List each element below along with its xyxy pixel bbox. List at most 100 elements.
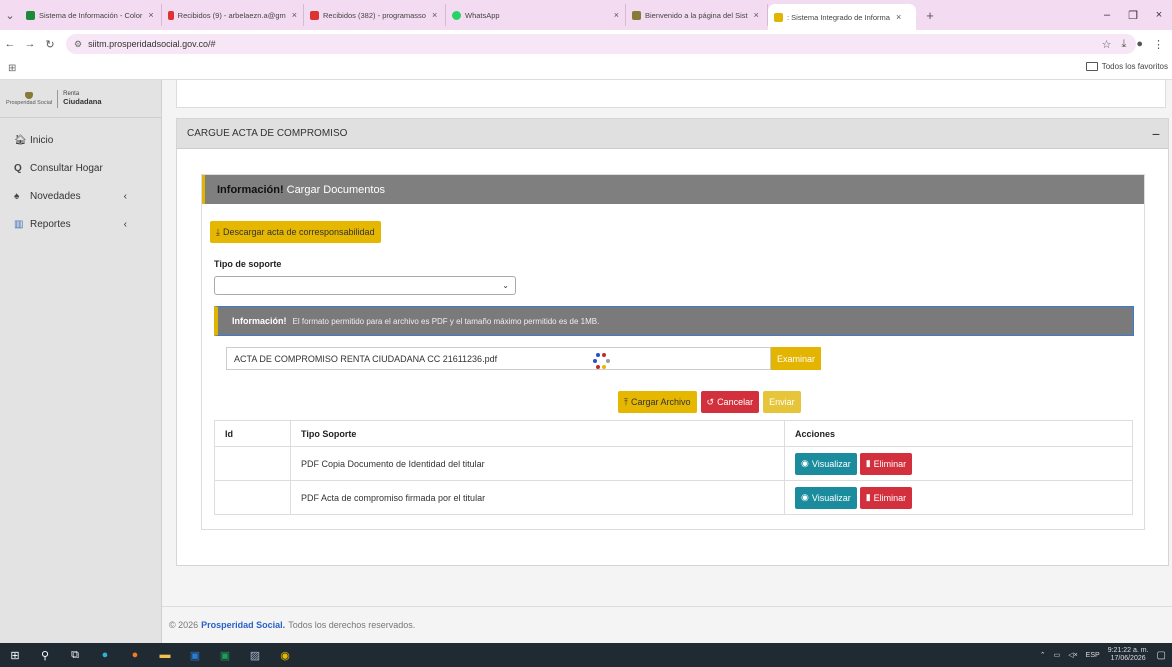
word-icon[interactable]: ▣ — [180, 643, 210, 667]
chevron-left-icon: ‹ — [123, 218, 127, 230]
info-strong: Información! — [217, 183, 284, 196]
row-actions: ◉ Visualizar ▮ Eliminar — [784, 480, 1133, 515]
view-button[interactable]: ◉ Visualizar — [795, 486, 857, 509]
table-row: PDF Acta de compromiso firmada por el ti… — [214, 480, 1133, 515]
spinner-dot — [596, 365, 600, 369]
view-label: Visualizar — [811, 492, 851, 503]
bookmark-star-icon[interactable]: ☆ — [1102, 38, 1112, 51]
network-icon[interactable]: ▭ — [1054, 651, 1061, 659]
col-tipo-soporte: Tipo Soporte — [290, 420, 785, 447]
spinner-dot — [596, 353, 600, 357]
send-label: Enviar — [769, 397, 795, 407]
spinner-dot — [602, 365, 606, 369]
footer-org-link[interactable]: Prosperidad Social. — [201, 620, 285, 630]
cancel-button[interactable]: ↺ Cancelar — [700, 391, 760, 413]
maximize-icon[interactable]: ❐ — [1120, 9, 1146, 22]
view-button[interactable]: ◉ Visualizar — [795, 452, 857, 475]
chrome-icon[interactable]: ◉ — [270, 643, 300, 667]
close-icon[interactable]: × — [896, 12, 901, 22]
language-indicator[interactable]: ESP — [1086, 652, 1100, 659]
collapse-icon[interactable]: − — [1152, 126, 1160, 142]
view-label: Visualizar — [811, 458, 851, 469]
documents-card: Información! Cargar Documentos ⤓ Descargar… — [201, 174, 1145, 530]
trash-icon: ▮ — [865, 458, 871, 468]
volume-icon[interactable]: ◁× — [1068, 651, 1077, 659]
sidebar-item-novedades[interactable]: ♠ Novedades ‹ — [0, 182, 161, 210]
close-icon[interactable]: × — [614, 10, 619, 20]
browser-tab[interactable]: Bienvenido a la página del Sist × — [626, 4, 768, 26]
browser-tab[interactable]: Sistema de Información - Color × — [20, 4, 162, 26]
sidebar-item-label: Inicio — [30, 134, 54, 146]
new-tab-button[interactable]: + — [920, 8, 940, 23]
download-icon[interactable]: ⤓ — [1121, 38, 1126, 51]
menu-icon[interactable]: ⋮ — [1153, 38, 1164, 51]
photos-icon[interactable]: ▨ — [240, 643, 270, 667]
spinner-dot — [593, 359, 597, 363]
tab-label: Recibidos (9) - arbelaezn.a@gm — [177, 10, 286, 20]
firefox-icon[interactable]: ● — [120, 643, 150, 667]
file-input[interactable]: ACTA DE COMPROMISO RENTA CIUDADANA CC 21… — [226, 347, 771, 370]
brand-logo[interactable]: Prosperidad Social Renta Ciudadana — [0, 80, 161, 118]
browser-tab[interactable]: Recibidos (9) - arbelaezn.a@gm × — [162, 4, 304, 26]
windows-start-icon[interactable]: ⊞ — [0, 643, 30, 667]
delete-button[interactable]: ▮ Eliminar — [859, 452, 913, 475]
browser-tab[interactable]: Recibidos (382) - programasso × — [304, 4, 446, 26]
tab-search-icon[interactable]: ⌄ — [0, 9, 20, 22]
minimize-icon[interactable]: – — [1094, 9, 1120, 21]
apps-grid-icon[interactable]: ⊞ — [8, 63, 16, 74]
excel-icon[interactable]: ▣ — [210, 643, 240, 667]
chevron-left-icon: ‹ — [123, 190, 127, 202]
alert-text: El formato permitido para el archivo es … — [292, 316, 600, 326]
clock[interactable]: 9:21:22 a. m. 17/06/2026 — [1108, 647, 1149, 663]
all-bookmarks-button[interactable]: Todos los favoritos — [1085, 62, 1168, 71]
sidebar-menu: 🏠︎ Inicio Q Consultar Hogar ♠ Novedades ‹ ▥ R… — [0, 118, 161, 238]
table-header-row: Id Tipo Soporte Acciones — [214, 420, 1133, 447]
tab-label: WhatsApp — [465, 10, 500, 20]
tipo-soporte-select[interactable]: ⌄ — [214, 276, 516, 295]
app-window: Prosperidad Social Renta Ciudadana 🏠︎ Inic… — [0, 80, 1172, 643]
close-icon[interactable]: × — [292, 10, 297, 20]
url-text: siitm.prosperidadsocial.gov.co/# — [88, 39, 216, 49]
edge-icon[interactable]: ● — [90, 643, 120, 667]
close-icon[interactable]: × — [754, 10, 759, 20]
sidebar-item-consultar-hogar[interactable]: Q Consultar Hogar — [0, 154, 161, 182]
forward-icon[interactable]: → — [20, 38, 40, 50]
window-controls: – ❐ × — [1094, 0, 1172, 30]
back-icon[interactable]: ← — [0, 38, 20, 50]
sidebar-item-reportes[interactable]: ▥ Reportes ‹ — [0, 210, 161, 238]
notifications-icon[interactable]: ▢ — [1157, 650, 1166, 661]
reload-icon[interactable]: ↻ — [40, 38, 60, 51]
documents-table: Id Tipo Soporte Acciones PDF Copia Docum… — [214, 420, 1133, 515]
file-explorer-icon[interactable]: ▬ — [150, 643, 180, 667]
sidebar-item-inicio[interactable]: 🏠︎ Inicio — [0, 126, 161, 154]
browser-tab[interactable]: WhatsApp × — [446, 4, 626, 26]
renta-ciudadana-logo: Renta Ciudadana — [63, 91, 101, 107]
spinner-dot — [606, 359, 610, 363]
browser-tab-active[interactable]: : Sistema Integrado de Informa × — [768, 4, 916, 30]
row-tipo: PDF Copia Documento de Identidad del tit… — [290, 446, 785, 481]
url-field[interactable]: ⚙ siitm.prosperidadsocial.gov.co/# — [66, 34, 1136, 54]
task-view-icon[interactable]: ⧉ — [60, 643, 90, 667]
tray-chevron-icon[interactable]: ⌃ — [1040, 651, 1046, 659]
delete-button[interactable]: ▮ Eliminar — [859, 486, 913, 509]
os-taskbar: ⊞ ⚲ ⧉ ● ● ▬ ▣ ▣ ▨ ◉ ⌃ ▭ ◁× ESP 9:21:22 a… — [0, 643, 1172, 667]
sidebar-item-label: Consultar Hogar — [30, 162, 103, 174]
search-icon[interactable]: ⚲ — [30, 643, 60, 667]
send-button[interactable]: Enviar — [763, 391, 801, 413]
close-icon[interactable]: × — [148, 10, 153, 20]
upload-label: Cargar Archivo — [630, 397, 691, 407]
browser-tab-bar: ⌄ Sistema de Información - Color × Recibi… — [0, 0, 1172, 30]
site-settings-icon[interactable]: ⚙ — [74, 39, 82, 50]
browse-button[interactable]: Examinar — [771, 347, 822, 370]
close-window-icon[interactable]: × — [1146, 9, 1172, 21]
sidebar-item-label: Novedades — [30, 190, 81, 202]
upload-file-button[interactable]: ⤒ Cargar Archivo — [618, 391, 697, 413]
close-icon[interactable]: × — [432, 10, 437, 20]
row-actions: ◉ Visualizar ▮ Eliminar — [784, 446, 1133, 481]
profile-icon[interactable]: ● — [1136, 38, 1143, 50]
download-acta-button[interactable]: ⤓ Descargar acta de corresponsabilidad — [210, 221, 381, 243]
address-bar: ← → ↻ ⚙ siitm.prosperidadsocial.gov.co/# … — [0, 30, 1172, 58]
top-card — [176, 80, 1166, 108]
address-actions: ☆ ⤓ ● ⋮ — [1102, 30, 1164, 58]
tab-favicon-icon — [26, 10, 35, 20]
